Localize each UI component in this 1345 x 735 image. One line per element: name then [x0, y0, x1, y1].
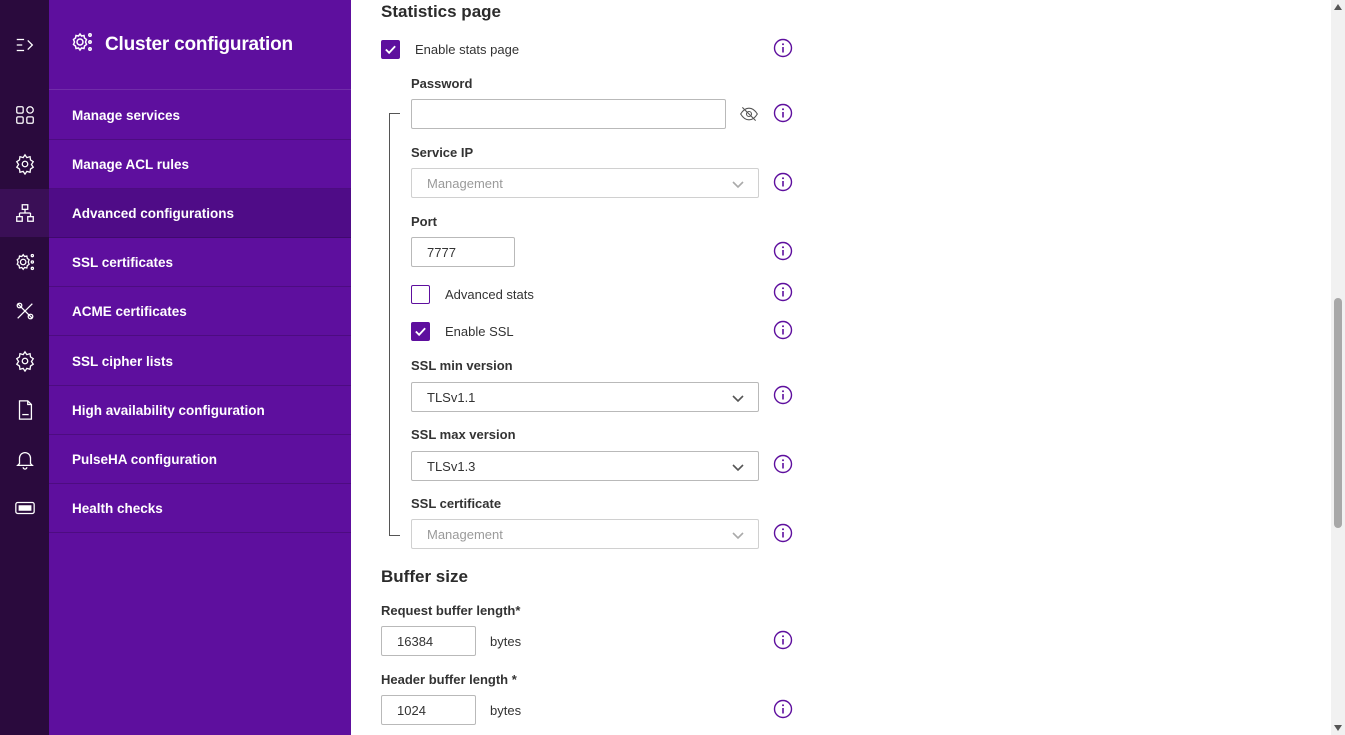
statistics-heading: Statistics page	[381, 2, 501, 21]
sidebar-item-manage-services[interactable]: Manage services	[49, 91, 351, 140]
info-icon[interactable]	[773, 630, 793, 650]
password-field[interactable]	[411, 99, 726, 129]
ssl-max-version-select[interactable]: TLSv1.3	[411, 451, 759, 481]
service-ip-label: Service IP	[411, 145, 474, 160]
info-icon[interactable]	[773, 320, 793, 340]
services-grid-icon[interactable]	[0, 91, 49, 139]
info-icon[interactable]	[773, 38, 793, 58]
service-ip-select[interactable]: Management	[411, 168, 759, 198]
port-label: Port	[411, 214, 437, 229]
info-icon[interactable]	[773, 103, 793, 123]
advanced-stats-label: Advanced stats	[445, 287, 534, 302]
enable-stats-label: Enable stats page	[415, 42, 520, 57]
info-icon[interactable]	[773, 241, 793, 261]
port-field[interactable]: 7777	[411, 237, 515, 267]
acl-gear-icon[interactable]	[0, 140, 49, 188]
stats-group-bracket	[389, 113, 400, 536]
sidebar-title: Cluster configuration	[105, 33, 293, 55]
request-buffer-field[interactable]: 16384	[381, 626, 476, 656]
scroll-down-arrow-icon[interactable]	[1334, 725, 1342, 731]
log-file-icon[interactable]	[0, 386, 49, 434]
icon-rail	[0, 0, 49, 735]
ssl-max-version-label: SSL max version	[411, 427, 516, 442]
service-ip-value: Management	[427, 175, 503, 191]
ssl-certificate-label: SSL certificate	[411, 496, 502, 511]
info-icon[interactable]	[773, 172, 793, 192]
scroll-up-arrow-icon[interactable]	[1334, 4, 1342, 10]
sidebar-header: Cluster configuration	[49, 0, 351, 90]
sidebar-item-high-availability[interactable]: High availability configuration	[49, 386, 351, 435]
request-buffer-unit: bytes	[490, 634, 522, 649]
enable-ssl-label: Enable SSL	[445, 324, 514, 339]
tools-icon[interactable]	[0, 287, 49, 335]
eye-hidden-icon[interactable]	[739, 104, 759, 124]
sidebar-item-ssl-cipher-lists[interactable]: SSL cipher lists	[49, 337, 351, 386]
request-buffer-label: Request buffer length*	[381, 603, 521, 618]
chevron-down-icon	[732, 392, 744, 404]
info-icon[interactable]	[773, 282, 793, 302]
sidebar-item-ssl-certificates[interactable]: SSL certificates	[49, 238, 351, 287]
ssl-min-version-label: SSL min version	[411, 358, 513, 373]
sidebar-item-advanced-configurations[interactable]: Advanced configurations	[49, 189, 351, 238]
ssl-min-version-value: TLSv1.1	[427, 389, 476, 405]
sidebar: Cluster configuration Manage services Ma…	[49, 0, 351, 735]
header-buffer-label: Header buffer length *	[381, 672, 517, 687]
buffer-size-heading: Buffer size	[381, 567, 468, 586]
password-label: Password	[411, 76, 473, 91]
ssl-certificate-value: Management	[427, 526, 503, 542]
enable-ssl-checkbox[interactable]	[411, 322, 430, 341]
info-icon[interactable]	[773, 385, 793, 405]
health-card-icon[interactable]	[0, 484, 49, 532]
main-content: Statistics page Enable stats page Passwo…	[351, 0, 1331, 735]
sidebar-item-acme-certificates[interactable]: ACME certificates	[49, 287, 351, 336]
bell-icon[interactable]	[0, 435, 49, 483]
ssl-max-version-value: TLSv1.3	[427, 458, 476, 474]
ssl-min-version-select[interactable]: TLSv1.1	[411, 382, 759, 412]
chevron-down-icon	[732, 529, 744, 541]
chevron-down-icon	[732, 461, 744, 473]
expand-menu-icon[interactable]	[0, 21, 49, 69]
sidebar-item-manage-acl-rules[interactable]: Manage ACL rules	[49, 140, 351, 189]
settings-dots-icon[interactable]	[0, 238, 49, 286]
cluster-gear-icon	[70, 30, 94, 59]
vertical-scrollbar[interactable]	[1331, 0, 1345, 735]
sidebar-item-health-checks[interactable]: Health checks	[49, 484, 351, 533]
network-tree-icon[interactable]	[0, 189, 49, 237]
header-buffer-unit: bytes	[490, 703, 522, 718]
header-buffer-field[interactable]: 1024	[381, 695, 476, 725]
gear-icon[interactable]	[0, 337, 49, 385]
scroll-thumb[interactable]	[1334, 298, 1342, 528]
info-icon[interactable]	[773, 523, 793, 543]
sidebar-item-pulseha[interactable]: PulseHA configuration	[49, 435, 351, 484]
ssl-certificate-select[interactable]: Management	[411, 519, 759, 549]
chevron-down-icon	[732, 178, 744, 190]
info-icon[interactable]	[773, 454, 793, 474]
info-icon[interactable]	[773, 699, 793, 719]
enable-stats-checkbox[interactable]	[381, 40, 400, 59]
advanced-stats-checkbox[interactable]	[411, 285, 430, 304]
